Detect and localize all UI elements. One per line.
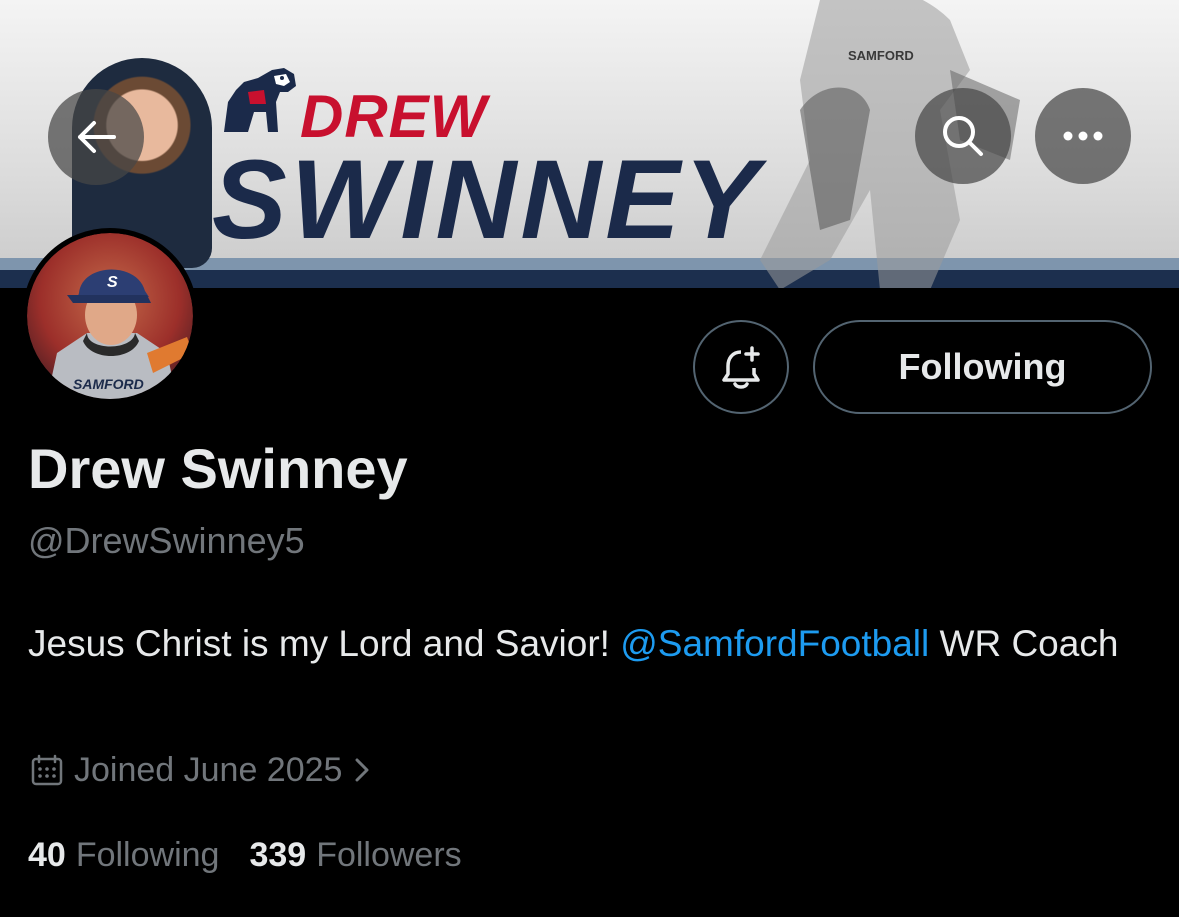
more-icon: [1063, 131, 1103, 141]
bio-mention-link[interactable]: @SamfordFootball: [620, 623, 929, 664]
back-button[interactable]: [48, 89, 144, 185]
bulldog-logo-icon: [224, 68, 296, 132]
user-handle: @DrewSwinney5: [28, 520, 305, 561]
chevron-right-icon: [355, 758, 369, 782]
banner-player-graphic: SAMFORD: [760, 0, 1020, 288]
profile-bio: Jesus Christ is my Lord and Savior! @Sam…: [28, 616, 1148, 672]
search-button[interactable]: [915, 88, 1011, 184]
banner-last-name: SWINNEY: [212, 137, 763, 262]
joined-text: Joined June 2025: [74, 750, 343, 789]
profile-stats: 40 Following 339 Followers: [28, 836, 462, 875]
calendar-icon: [31, 754, 63, 786]
bell-plus-icon: [722, 346, 760, 389]
followers-label: Followers: [316, 836, 462, 874]
following-count-link[interactable]: 40 Following: [28, 836, 219, 875]
following-label: Following: [75, 836, 220, 874]
bio-text: Jesus Christ is my Lord and Savior!: [28, 623, 621, 664]
banner-shirt-text: SAMFORD: [848, 48, 914, 63]
following-button[interactable]: Following: [813, 320, 1152, 414]
avatar-cap-letter: S: [107, 274, 118, 291]
avatar-photo: S SAMFORD: [27, 233, 193, 399]
bio-text-end: WR Coach: [929, 623, 1119, 664]
search-icon: [943, 116, 983, 156]
profile-avatar[interactable]: S SAMFORD: [22, 228, 198, 404]
joined-date[interactable]: Joined June 2025: [30, 748, 372, 792]
followers-count-link[interactable]: 339 Followers: [249, 836, 461, 875]
arrow-left-icon: [78, 121, 116, 153]
display-name: Drew Swinney: [28, 437, 408, 500]
followers-count: 339: [249, 836, 307, 874]
notifications-button[interactable]: [693, 320, 789, 414]
avatar-shirt-text: SAMFORD: [73, 376, 144, 392]
following-count: 40: [28, 836, 66, 874]
more-button[interactable]: [1035, 88, 1131, 184]
